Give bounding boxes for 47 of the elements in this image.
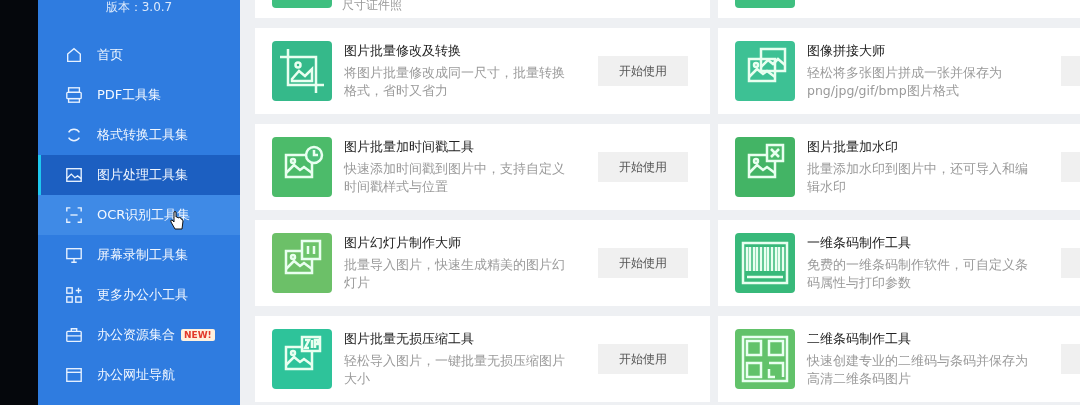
- tool-title: 二维条码制作工具: [807, 330, 912, 348]
- printer-icon: [65, 86, 83, 104]
- barcode-icon: [735, 233, 795, 293]
- image-cross-icon: [735, 137, 795, 197]
- refresh-icon: [65, 126, 83, 144]
- tool-description: 批量添加水印到图片中，还可导入和编辑水印: [807, 160, 1029, 196]
- image-icon: [65, 166, 83, 184]
- tool-icon: [272, 0, 332, 8]
- tool-description: 批量导入图片，快速生成精美的图片幻灯片: [344, 256, 566, 292]
- start-button[interactable]: 开始使用: [598, 152, 688, 182]
- tool-icon: [735, 0, 795, 8]
- tool-title: 一维条码制作工具: [807, 234, 912, 252]
- sidebar-item[interactable]: 办公网址导航: [38, 355, 240, 395]
- briefcase-icon: [65, 326, 83, 344]
- sidebar-item[interactable]: 屏幕录制工具集: [38, 235, 240, 275]
- version-label: 版本：3.0.7: [104, 0, 174, 16]
- image-clock-icon: [272, 137, 332, 197]
- tool-title: 图像拼接大师: [807, 42, 886, 60]
- start-button[interactable]: 开始使用: [598, 344, 688, 374]
- image-zip-icon: [272, 329, 332, 389]
- tool-description: 尺寸证件照: [342, 0, 402, 13]
- sidebar-item[interactable]: PDF工具集: [38, 75, 240, 115]
- window-icon: [65, 366, 83, 384]
- tool-description: 快速添加时间戳到图片中，支持自定义时间戳样式与位置: [344, 160, 566, 196]
- scan-icon: [65, 206, 83, 224]
- tool-title: 图片幻灯片制作大师: [344, 234, 462, 252]
- sidebar-item[interactable]: 办公资源集合 NEW!: [38, 315, 240, 355]
- home-icon: [65, 46, 83, 64]
- sidebar-item[interactable]: 格式转换工具集: [38, 115, 240, 155]
- start-button[interactable]: 开始使用: [598, 248, 688, 278]
- tool-title: 图片批量加水印: [807, 138, 899, 156]
- tool-description: 快速创建专业的二维码与条码并保存为高清二维条码图片: [807, 352, 1029, 388]
- crop-image-icon: [272, 41, 332, 101]
- monitor-icon: [65, 246, 83, 264]
- qr-code-icon: [735, 329, 795, 389]
- sidebar-item[interactable]: 更多办公小工具: [38, 275, 240, 315]
- tool-title: 图片批量修改及转换: [344, 42, 462, 60]
- sidebar-item[interactable]: 图片处理工具集: [38, 155, 240, 195]
- tool-title: 图片批量无损压缩工具: [344, 330, 475, 348]
- tool-description: 轻松导入图片，一键批量无损压缩图片大小: [344, 352, 566, 388]
- tool-title: 图片批量加时间戳工具: [344, 138, 475, 156]
- two-images-icon: [735, 41, 795, 101]
- apps-icon: [65, 286, 83, 304]
- start-button[interactable]: 开始使用: [598, 56, 688, 86]
- new-badge: NEW!: [181, 329, 215, 341]
- image-slides-icon: [272, 233, 332, 293]
- sidebar-item[interactable]: 首页: [38, 35, 240, 75]
